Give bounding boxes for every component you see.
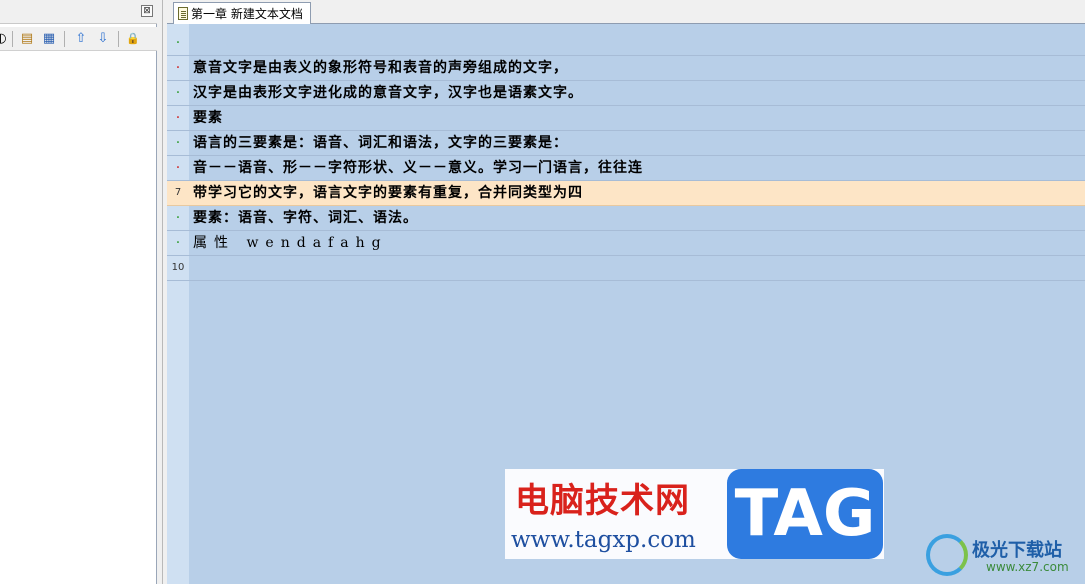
tab-bar: 第一章 新建文本文档 <box>167 0 1085 24</box>
properties-button[interactable]: ▤ <box>18 30 36 48</box>
splitter-line <box>162 0 163 584</box>
watermark2-url: www.xz7.com <box>986 560 1069 574</box>
line-marker: · <box>175 160 181 176</box>
editor-line[interactable]: · 音－－语音、形－－字符形状、义－－意义。学习一门语言，往往连 <box>167 156 1085 181</box>
line-text: 汉字是由表形文字进化成的意音文字，汉字也是语素文字。 <box>193 85 583 101</box>
editor-line[interactable]: · 要素：语音、字符、词汇、语法。 <box>167 206 1085 231</box>
line-marker: · <box>175 85 181 101</box>
tab-label: 第一章 新建文本文档 <box>191 7 303 21</box>
left-panel: ⊠ ◐ ▤ ▦ ⇧ ⇩ 🔒 <box>0 0 157 584</box>
editor-line[interactable]: · 要素 <box>167 106 1085 131</box>
editor-line[interactable]: · 意音文字是由表义的象形符号和表音的声旁组成的文字， <box>167 56 1085 81</box>
toolbar-separator <box>12 31 13 47</box>
tab-document[interactable]: 第一章 新建文本文档 <box>173 2 311 24</box>
line-text: 属性 wendafahg <box>193 235 388 251</box>
partial-button[interactable]: ◐ <box>0 30 10 48</box>
line-text: 语言的三要素是：语音、词汇和语法，文字的三要素是： <box>193 135 568 151</box>
line-marker: 10 <box>171 262 185 273</box>
line-text: 要素 <box>193 110 223 126</box>
line-text: 要素：语音、字符、词汇、语法。 <box>193 210 418 226</box>
line-marker: · <box>175 235 181 251</box>
line-marker: · <box>175 210 181 226</box>
editor-line[interactable]: · <box>167 31 1085 56</box>
aurora-logo-icon <box>926 534 968 576</box>
watermark-title: 电脑技术网 <box>515 481 690 521</box>
line-text: 带学习它的文字，语言文字的要素有重复，合并同类型为四 <box>193 185 583 201</box>
editor-line[interactable]: 10 <box>167 256 1085 281</box>
line-marker: · <box>175 135 181 151</box>
watermark-tagxp: 电脑技术网 www.tagxp.com TAG <box>505 469 884 559</box>
line-marker: · <box>175 110 181 126</box>
watermark-xz7: 极光下载站 www.xz7.com <box>926 530 1082 580</box>
edit-button[interactable]: ▦ <box>40 30 58 48</box>
move-up-button[interactable]: ⇧ <box>72 30 90 48</box>
watermark-tag-logo: TAG <box>727 469 883 559</box>
line-marker: · <box>175 60 181 76</box>
editor-line[interactable]: · 汉字是由表形文字进化成的意音文字，汉字也是语素文字。 <box>167 81 1085 106</box>
line-marker: · <box>175 35 181 51</box>
close-panel-button[interactable]: ⊠ <box>141 5 153 17</box>
document-icon <box>178 7 188 20</box>
lock-button[interactable]: 🔒 <box>124 30 142 48</box>
left-panel-header: ⊠ <box>0 0 157 24</box>
editor-line[interactable]: 7 带学习它的文字，语言文字的要素有重复，合并同类型为四 <box>167 181 1085 206</box>
move-down-button[interactable]: ⇩ <box>94 30 112 48</box>
editor-line[interactable]: · 属性 wendafahg <box>167 231 1085 256</box>
line-text: 意音文字是由表义的象形符号和表音的声旁组成的文字， <box>193 60 568 76</box>
watermark-url: www.tagxp.com <box>511 527 696 553</box>
editor-line[interactable]: · 语言的三要素是：语音、词汇和语法，文字的三要素是： <box>167 131 1085 156</box>
left-toolbar: ◐ ▤ ▦ ⇧ ⇩ 🔒 <box>0 27 157 51</box>
line-text: 音－－语音、形－－字符形状、义－－意义。学习一门语言，往往连 <box>193 160 643 176</box>
toolbar-separator <box>118 31 119 47</box>
watermark2-title: 极光下载站 <box>972 540 1062 561</box>
toolbar-separator <box>64 31 65 47</box>
line-marker: 7 <box>174 187 182 198</box>
